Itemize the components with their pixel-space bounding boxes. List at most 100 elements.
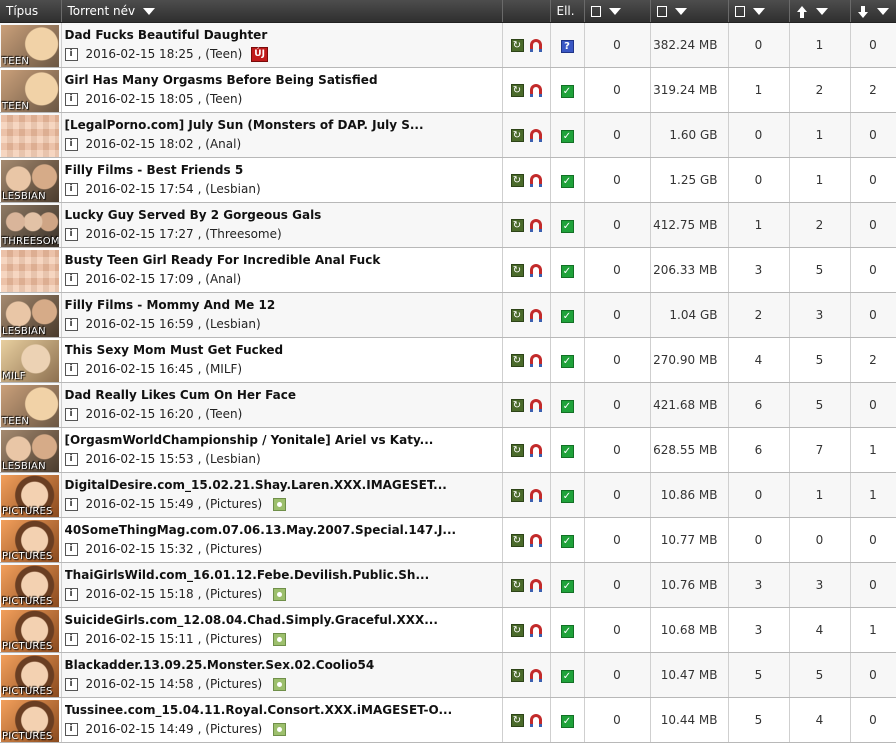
header-downloads[interactable] (728, 0, 790, 23)
header-leechers[interactable] (850, 0, 896, 23)
leechers-count[interactable]: 2 (850, 337, 896, 383)
leechers-count[interactable]: 0 (850, 157, 896, 203)
leechers-count[interactable]: 0 (850, 652, 896, 698)
torrent-title-link[interactable]: Blackadder.13.09.25.Monster.Sex.02.Cooli… (65, 658, 502, 673)
category-cell[interactable]: PICTURES (0, 472, 62, 518)
seeders-count[interactable]: 1 (789, 157, 851, 203)
magnet-icon[interactable] (529, 399, 542, 412)
comments-count[interactable]: 0 (584, 247, 651, 293)
torrent-title-link[interactable]: Filly Films - Best Friends 5 (65, 163, 502, 178)
magnet-icon[interactable] (529, 354, 542, 367)
info-icon[interactable]: i (64, 138, 78, 151)
torrent-title-link[interactable]: Lucky Guy Served By 2 Gorgeous Gals (65, 208, 502, 223)
seeders-count[interactable]: 5 (789, 337, 851, 383)
leechers-count[interactable]: 0 (850, 517, 896, 563)
torrent-title-link[interactable]: This Sexy Mom Must Get Fucked (65, 343, 502, 358)
category-cell[interactable]: TEEN (0, 382, 62, 428)
picture-icon[interactable] (273, 723, 287, 736)
torrent-title-link[interactable]: [OrgasmWorldChampionship / Yonitale] Ari… (65, 433, 502, 448)
downloads-count[interactable]: 6 (728, 382, 790, 428)
downloads-count[interactable]: 3 (728, 562, 790, 608)
downloads-count[interactable]: 5 (728, 697, 790, 743)
downloads-count[interactable]: 1 (728, 67, 790, 113)
comments-count[interactable]: 0 (584, 67, 651, 113)
sort-arrow-icon[interactable] (876, 8, 889, 15)
category-cell[interactable]: PICTURES (0, 652, 62, 698)
sort-arrow-icon[interactable] (674, 8, 687, 15)
info-icon[interactable]: i (64, 723, 78, 736)
torrent-title-link[interactable]: Dad Really Likes Cum On Her Face (65, 388, 502, 403)
category-thumbnail[interactable]: PICTURES (1, 474, 59, 517)
category-thumbnail[interactable]: TEEN (1, 384, 59, 427)
seeders-count[interactable]: 1 (789, 22, 851, 68)
comments-count[interactable]: 0 (584, 337, 651, 383)
downloads-count[interactable]: 3 (728, 247, 790, 293)
seeders-count[interactable]: 5 (789, 382, 851, 428)
leechers-count[interactable]: 0 (850, 562, 896, 608)
downloads-count[interactable]: 0 (728, 472, 790, 518)
downloads-count[interactable]: 3 (728, 607, 790, 653)
info-icon[interactable]: i (64, 273, 78, 286)
magnet-icon[interactable] (529, 624, 542, 637)
info-icon[interactable]: i (64, 588, 78, 601)
picture-icon[interactable] (273, 633, 287, 646)
magnet-icon[interactable] (529, 264, 542, 277)
category-cell[interactable]: MILF (0, 337, 62, 383)
info-icon[interactable]: i (64, 363, 78, 376)
downloads-count[interactable]: 0 (728, 157, 790, 203)
downloads-count[interactable]: 0 (728, 22, 790, 68)
download-icon[interactable]: ↻ (510, 399, 524, 412)
header-size[interactable] (650, 0, 729, 23)
header-ell[interactable]: Ell. (550, 0, 585, 23)
info-icon[interactable]: i (64, 498, 78, 511)
magnet-icon[interactable] (529, 84, 542, 97)
magnet-icon[interactable] (529, 579, 542, 592)
seeders-count[interactable]: 2 (789, 67, 851, 113)
category-thumbnail[interactable]: TEEN (1, 24, 59, 67)
comments-count[interactable]: 0 (584, 22, 651, 68)
category-cell[interactable]: THREESOME (0, 202, 62, 248)
category-cell[interactable]: LESBIAN (0, 157, 62, 203)
category-cell[interactable]: TEEN (0, 67, 62, 113)
info-icon[interactable]: i (64, 93, 78, 106)
category-thumbnail[interactable] (1, 249, 59, 292)
downloads-count[interactable]: 5 (728, 652, 790, 698)
seeders-count[interactable]: 3 (789, 292, 851, 338)
download-icon[interactable]: ↻ (510, 579, 524, 592)
category-thumbnail[interactable]: LESBIAN (1, 429, 59, 472)
downloads-count[interactable]: 1 (728, 202, 790, 248)
comments-count[interactable]: 0 (584, 427, 651, 473)
category-thumbnail[interactable]: MILF (1, 339, 59, 382)
comments-count[interactable]: 0 (584, 382, 651, 428)
info-icon[interactable]: i (64, 183, 78, 196)
header-seeders[interactable] (789, 0, 851, 23)
magnet-icon[interactable] (529, 219, 542, 232)
seeders-count[interactable]: 3 (789, 562, 851, 608)
comments-count[interactable]: 0 (584, 157, 651, 203)
comments-count[interactable]: 0 (584, 607, 651, 653)
category-cell[interactable]: PICTURES (0, 562, 62, 608)
comments-count[interactable]: 0 (584, 472, 651, 518)
category-thumbnail[interactable] (1, 114, 59, 157)
category-thumbnail[interactable]: TEEN (1, 69, 59, 112)
torrent-title-link[interactable]: [LegalPorno.com] July Sun (Monsters of D… (65, 118, 502, 133)
picture-icon[interactable] (273, 498, 287, 511)
seeders-count[interactable]: 0 (789, 517, 851, 563)
sort-arrow-icon[interactable] (752, 8, 765, 15)
seeders-count[interactable]: 5 (789, 247, 851, 293)
leechers-count[interactable]: 0 (850, 697, 896, 743)
magnet-icon[interactable] (529, 174, 542, 187)
leechers-count[interactable]: 0 (850, 202, 896, 248)
download-icon[interactable]: ↻ (510, 39, 524, 52)
category-cell[interactable]: PICTURES (0, 607, 62, 653)
download-icon[interactable]: ↻ (510, 669, 524, 682)
header-comments[interactable] (584, 0, 651, 23)
magnet-icon[interactable] (529, 309, 542, 322)
torrent-title-link[interactable]: Filly Films - Mommy And Me 12 (65, 298, 502, 313)
category-thumbnail[interactable]: LESBIAN (1, 159, 59, 202)
category-thumbnail[interactable]: LESBIAN (1, 294, 59, 337)
info-icon[interactable]: i (64, 318, 78, 331)
info-icon[interactable]: i (64, 228, 78, 241)
picture-icon[interactable] (273, 678, 287, 691)
category-cell[interactable] (0, 247, 62, 293)
